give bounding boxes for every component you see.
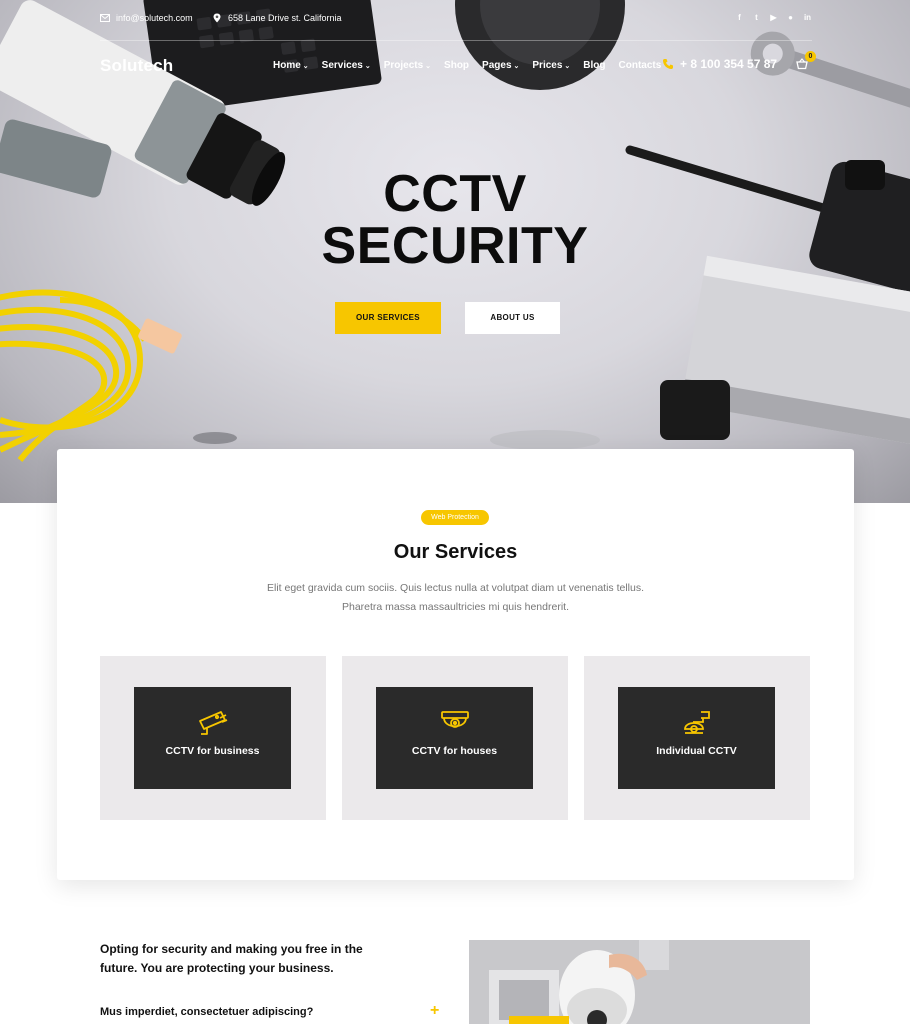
facebook-icon[interactable]: f <box>735 13 744 22</box>
site-logo[interactable]: Solutech <box>100 56 173 76</box>
nav-item-pages[interactable]: Pages ⌄ <box>482 60 519 71</box>
service-tile[interactable]: Individual CCTV <box>618 687 775 789</box>
section-badge: Web Protection <box>421 510 489 525</box>
faq-question[interactable]: Mus imperdiet, consectetuer adipiscing? <box>100 1006 313 1018</box>
main-navigation: Solutech Home ⌄ Services ⌄ Projects ⌄ Shop … <box>100 51 816 80</box>
services-description: Elit eget gravida cum sociis. Quis lectu… <box>237 579 674 617</box>
email-text[interactable]: info@solutech.com <box>116 13 193 23</box>
cctv-camera-icon <box>199 711 228 735</box>
map-pin-icon <box>213 13 221 23</box>
hero-section: info@solutech.com 658 Lane Drive st. Cal… <box>0 0 910 503</box>
linkedin-icon[interactable]: in <box>803 13 812 22</box>
service-label: CCTV for houses <box>411 745 498 757</box>
chevron-down-icon: ⌄ <box>513 63 520 70</box>
address-text: 658 Lane Drive st. California <box>228 13 342 23</box>
technician-photo <box>469 940 810 1024</box>
address-info: 658 Lane Drive st. California <box>212 13 342 23</box>
hero-title-line2: SECURITY <box>321 217 589 275</box>
services-title: Our Services <box>393 541 518 563</box>
nav-item-blog[interactable]: Blog <box>583 60 605 71</box>
nav-item-prices[interactable]: Prices ⌄ <box>532 60 570 71</box>
about-lead-text: Opting for security and making you free … <box>100 942 363 975</box>
nav-item-projects[interactable]: Projects ⌄ <box>384 60 431 71</box>
service-tile[interactable]: CCTV for houses <box>376 687 533 789</box>
service-item-business[interactable]: CCTV for business <box>100 656 326 820</box>
nav-item-contacts[interactable]: Contacts <box>619 60 662 71</box>
services-desc-line2: Pharetra massa massaultricies mi quis he… <box>341 601 569 613</box>
chevron-down-icon: ⌄ <box>564 63 571 70</box>
phone-number[interactable]: + 8 100 354 57 87 <box>662 57 777 71</box>
service-item-individual[interactable]: Individual CCTV <box>584 656 810 820</box>
github-icon[interactable]: ● <box>786 13 795 22</box>
nav-item-home[interactable]: Home ⌄ <box>273 60 309 71</box>
hero-title-line1: CCTV <box>383 165 527 223</box>
service-label: Individual CCTV <box>656 745 737 757</box>
nav-item-shop[interactable]: Shop <box>444 60 469 71</box>
mail-icon <box>100 14 110 22</box>
youtube-icon[interactable]: ▶ <box>769 13 778 22</box>
technician-image <box>469 940 810 1024</box>
email-info[interactable]: info@solutech.com <box>100 13 193 23</box>
dome-camera-icon <box>441 711 469 728</box>
twitter-icon[interactable]: t <box>752 13 761 22</box>
cart-button[interactable]: 0 <box>796 51 816 71</box>
social-links: f t ▶ ● in <box>735 13 812 22</box>
cart-count-badge: 0 <box>805 51 816 62</box>
service-tile[interactable]: CCTV for business <box>134 687 291 789</box>
chevron-down-icon: ⌄ <box>425 63 432 70</box>
faq-toggle-plus-icon[interactable]: + <box>430 1002 439 1020</box>
hero-title: CCTV SECURITY <box>255 168 655 272</box>
chevron-down-icon: ⌄ <box>364 63 371 70</box>
chevron-down-icon: ⌄ <box>302 63 309 70</box>
services-desc-line1: Elit eget gravida cum sociis. Quis lectu… <box>266 582 645 594</box>
our-services-button[interactable]: OUR SERVICES <box>335 302 441 334</box>
ptz-camera-icon <box>684 711 710 734</box>
services-card: Web Protection Our Services Elit eget gr… <box>57 449 854 880</box>
phone-icon <box>663 59 673 69</box>
about-us-button[interactable]: ABOUT US <box>465 302 560 334</box>
phone-text[interactable]: + 8 100 354 57 87 <box>680 57 777 71</box>
nav-item-services[interactable]: Services ⌄ <box>322 60 371 71</box>
service-item-houses[interactable]: CCTV for houses <box>342 656 568 820</box>
top-info-bar: info@solutech.com 658 Lane Drive st. Cal… <box>100 10 812 41</box>
nav-menu: Home ⌄ Services ⌄ Projects ⌄ Shop Pages ⌄ Pr… <box>273 60 674 71</box>
service-label: CCTV for business <box>165 745 260 757</box>
